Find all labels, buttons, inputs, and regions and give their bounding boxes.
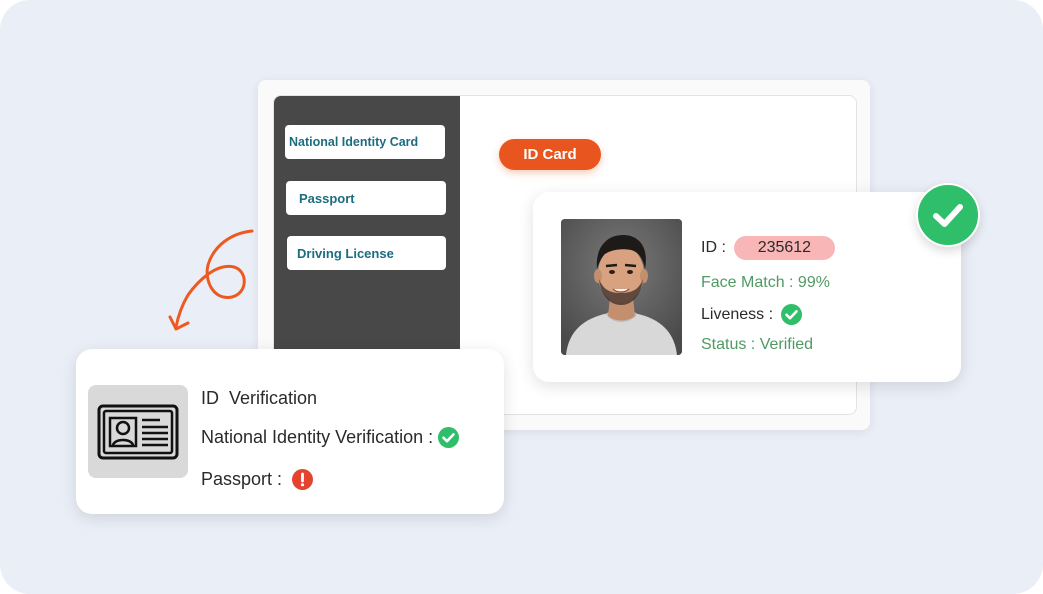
face-match-text: Face Match : 99% (701, 274, 830, 291)
sidebar-item-label: Driving License (297, 245, 394, 261)
person-photo-illustration (561, 219, 682, 355)
exclamation-circle-icon (292, 469, 314, 490)
verified-check-icon (916, 183, 980, 247)
national-identity-row: National Identity Verification : (201, 427, 460, 448)
passport-label: Passport : (201, 469, 283, 489)
liveness-row: Liveness : (701, 304, 803, 325)
sidebar-item-driving-license[interactable]: Driving License (287, 236, 446, 270)
id-card-badge[interactable]: ID Card (499, 139, 601, 170)
id-card-icon (97, 404, 179, 459)
check-circle-icon (438, 427, 460, 448)
verification-title: ID Verification (201, 388, 318, 408)
check-circle-icon (781, 304, 803, 325)
liveness-label: Liveness : (701, 305, 774, 323)
id-row: ID : 235612 (701, 236, 835, 260)
id-number-badge: 235612 (733, 236, 835, 260)
id-card-icon-box (88, 385, 188, 478)
id-verification-card: ID Verification National Identity Verifi… (76, 349, 504, 514)
profile-photo (561, 219, 682, 355)
sidebar-item-label: Passport (299, 190, 355, 206)
curly-arrow-icon (168, 229, 254, 331)
profile-card: ID : 235612 Face Match : 99% Liveness : … (533, 192, 961, 382)
sidebar-item-national-identity-card[interactable]: National Identity Card (285, 125, 445, 159)
status-text: Status : Verified (701, 336, 814, 353)
national-identity-label: National Identity Verification : (201, 427, 434, 447)
id-label: ID : (701, 239, 726, 256)
id-card-badge-label: ID Card (523, 146, 577, 163)
passport-row: Passport : (201, 469, 314, 490)
sidebar-item-label: National Identity Card (289, 135, 419, 149)
canvas: National Identity Card Passport Driving … (0, 0, 1043, 594)
sidebar-item-passport[interactable]: Passport (286, 181, 446, 215)
